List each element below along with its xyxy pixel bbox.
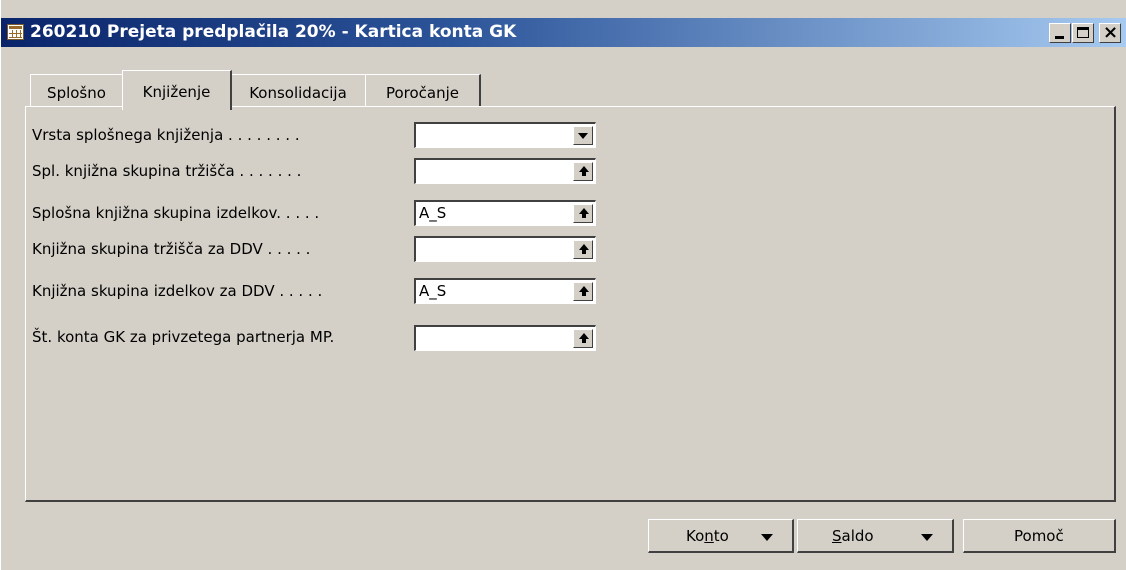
lookup-button[interactable] <box>573 329 593 348</box>
chevron-down-icon <box>578 133 588 139</box>
tab-splosno[interactable]: Splošno <box>30 74 124 106</box>
window-title: 260210 Prejeta predplačila 20% - Kartica… <box>30 22 517 42</box>
lookup-button[interactable] <box>573 162 593 181</box>
field-label-st-konta-gk-privzetega-partnerja: Št. konta GK za privzetega partnerja MP. <box>32 328 335 346</box>
tab-konsolidacija[interactable]: Konsolidacija <box>230 74 367 106</box>
field-value: A_S <box>419 282 447 300</box>
lookup-button[interactable] <box>573 240 593 259</box>
tab-label: Konsolidacija <box>249 84 347 102</box>
dropdown-button[interactable] <box>573 126 593 145</box>
field-label-splosna-knjizna-skupina-izdelkov: Splošna knjižna skupina izdelkov. . . . … <box>32 204 320 222</box>
spl-knjizna-skupina-trzisca-field[interactable] <box>414 158 596 184</box>
lookup-button[interactable] <box>573 282 593 301</box>
title-bar[interactable]: 260210 Prejeta predplačila 20% - Kartica… <box>1 18 1126 47</box>
close-button[interactable]: × <box>1099 22 1121 43</box>
konto-button-label: Konto <box>686 527 729 545</box>
field-label-knjizna-skupina-trzisca-ddv: Knjižna skupina tržišča za DDV . . . . . <box>32 240 311 258</box>
saldo-button[interactable]: Saldo <box>797 519 954 553</box>
close-icon: × <box>1103 22 1119 43</box>
knjizna-skupina-izdelkov-ddv-field[interactable]: A_S <box>414 278 596 304</box>
knjizna-skupina-trzisca-ddv-field[interactable] <box>414 236 596 262</box>
saldo-button-label: Saldo <box>832 527 874 545</box>
lookup-arrow-icon <box>579 244 589 254</box>
account-card-window: 260210 Prejeta predplačila 20% - Kartica… <box>0 0 1126 570</box>
table-icon <box>7 24 24 40</box>
splosna-knjizna-skupina-izdelkov-field[interactable]: A_S <box>414 200 596 226</box>
maximize-icon <box>1077 27 1089 38</box>
tab-knjizenje[interactable]: Knjiženje <box>122 70 232 110</box>
tab-label: Knjiženje <box>142 83 211 101</box>
field-label-vrsta-splosnega-knjizenja: Vrsta splošnega knjiženja . . . . . . . … <box>32 126 300 144</box>
field-label-spl-knjizna-skupina-trzisca: Spl. knjižna skupina tržišča . . . . . .… <box>32 162 302 180</box>
field-label-knjizna-skupina-izdelkov-ddv: Knjižna skupina izdelkov za DDV . . . . … <box>32 282 323 300</box>
lookup-arrow-icon <box>579 208 589 218</box>
lookup-arrow-icon <box>579 286 589 296</box>
maximize-button[interactable] <box>1072 23 1094 43</box>
st-konta-gk-privzetega-partnerja-field[interactable] <box>414 325 596 351</box>
vrsta-splosnega-knjizenja-select[interactable] <box>414 122 596 148</box>
konto-button[interactable]: Konto <box>648 519 794 553</box>
lookup-arrow-icon <box>579 166 589 176</box>
field-value: A_S <box>419 204 447 222</box>
lookup-arrow-icon <box>579 333 589 343</box>
chevron-down-icon <box>761 534 773 541</box>
minimize-icon <box>1055 36 1064 39</box>
minimize-button[interactable] <box>1049 23 1071 43</box>
tab-label: Poročanje <box>385 84 460 102</box>
pomoc-button[interactable]: Pomoč <box>963 519 1116 553</box>
lookup-button[interactable] <box>573 204 593 223</box>
chevron-down-icon <box>921 534 933 541</box>
tab-label: Splošno <box>47 84 106 102</box>
tab-porocanje[interactable]: Poročanje <box>365 74 481 106</box>
pomoc-button-label: Pomoč <box>1014 527 1064 545</box>
